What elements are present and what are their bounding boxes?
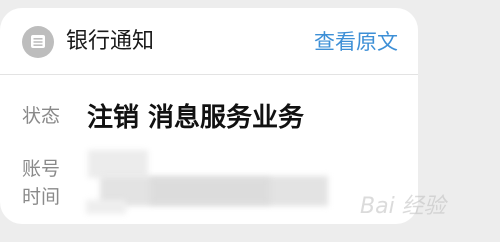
account-label: 账号 <box>22 158 61 180</box>
time-label: 时间 <box>22 186 61 208</box>
view-original-link[interactable]: 查看原文 <box>314 27 398 57</box>
card-header: 银行通知 查看原文 <box>0 8 418 75</box>
notification-card: 银行通知 查看原文 状态 注销 消息服务业务 账号 时间 <box>0 8 418 224</box>
notification-title: 银行通知 <box>66 29 155 54</box>
message-icon <box>22 26 54 58</box>
watermark: Bai 经验 <box>360 194 446 219</box>
status-value: 注销 消息服务业务 <box>87 103 305 133</box>
status-label: 状态 <box>22 105 61 127</box>
